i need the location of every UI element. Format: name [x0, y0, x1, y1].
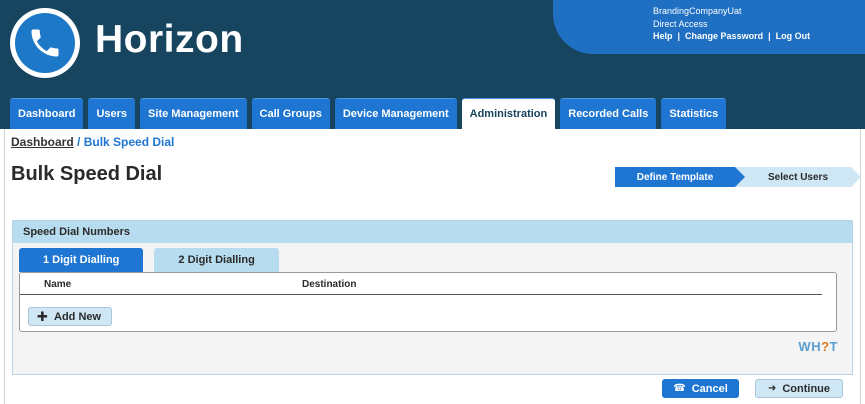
link-separator: | — [677, 31, 681, 41]
phone-handset-icon — [10, 8, 80, 78]
tab-call-groups[interactable]: Call Groups — [251, 98, 330, 129]
wizard-step-select-users: Select Users — [735, 167, 861, 187]
cancel-label: Cancel — [691, 382, 728, 395]
tab-device-management[interactable]: Device Management — [334, 98, 457, 129]
breadcrumb-dashboard-link[interactable]: Dashboard — [11, 135, 74, 149]
dialling-subtabs: 1 Digit Dialling 2 Digit Dialling — [19, 248, 290, 272]
tab-site-management[interactable]: Site Management — [140, 98, 247, 129]
panel-title: Speed Dial Numbers — [13, 221, 852, 243]
wizard-step-define-template: Define Template — [615, 167, 745, 187]
arrow-right-icon: ➜ — [767, 383, 777, 394]
what-logo: WH?T — [798, 339, 838, 354]
tab-statistics[interactable]: Statistics — [661, 98, 727, 129]
add-new-button[interactable]: ✚ Add New — [28, 307, 113, 326]
account-links: Help | Change Password | Log Out — [653, 31, 810, 41]
brand-name: Horizon — [95, 18, 244, 61]
grid-header: Name Destination — [20, 279, 822, 295]
app-header: Horizon BrandingCompanyUat Direct Access… — [0, 0, 865, 129]
speed-dial-panel: Speed Dial Numbers 1 Digit Dialling 2 Di… — [12, 220, 853, 375]
phone-icon: ☎ — [673, 383, 686, 394]
account-company: BrandingCompanyUat — [653, 6, 742, 16]
tab-2-digit-dialling[interactable]: 2 Digit Dialling — [154, 248, 279, 272]
plus-icon: ✚ — [37, 309, 48, 324]
continue-button[interactable]: ➜ Continue — [755, 379, 843, 398]
speed-dial-grid: Name Destination ✚ Add New — [19, 272, 837, 332]
help-link[interactable]: Help — [653, 31, 673, 41]
change-password-link[interactable]: Change Password — [685, 31, 763, 41]
link-separator: | — [768, 31, 771, 41]
account-access: Direct Access — [653, 19, 708, 29]
logout-link[interactable]: Log Out — [776, 31, 811, 41]
wizard-steps: Define Template Select Users — [615, 167, 861, 187]
account-panel: BrandingCompanyUat Direct Access Help | Ch… — [553, 0, 865, 54]
continue-label: Continue — [782, 382, 831, 395]
tab-dashboard[interactable]: Dashboard — [10, 98, 84, 129]
page-title: Bulk Speed Dial — [11, 163, 163, 185]
breadcrumb-current: / Bulk Speed Dial — [77, 135, 175, 149]
breadcrumb: Dashboard / Bulk Speed Dial — [11, 135, 174, 149]
tab-recorded-calls[interactable]: Recorded Calls — [560, 98, 657, 129]
tab-administration[interactable]: Administration — [461, 98, 556, 129]
column-name: Name — [44, 279, 72, 290]
main-nav-tabs: Dashboard Users Site Management Call Gro… — [10, 98, 731, 129]
tab-users[interactable]: Users — [88, 98, 136, 129]
column-destination: Destination — [302, 279, 357, 290]
main-content: Dashboard / Bulk Speed Dial Bulk Speed D… — [4, 129, 861, 404]
add-new-label: Add New — [54, 310, 102, 323]
tab-1-digit-dialling[interactable]: 1 Digit Dialling — [19, 248, 144, 272]
cancel-button[interactable]: ☎ Cancel — [662, 379, 739, 398]
